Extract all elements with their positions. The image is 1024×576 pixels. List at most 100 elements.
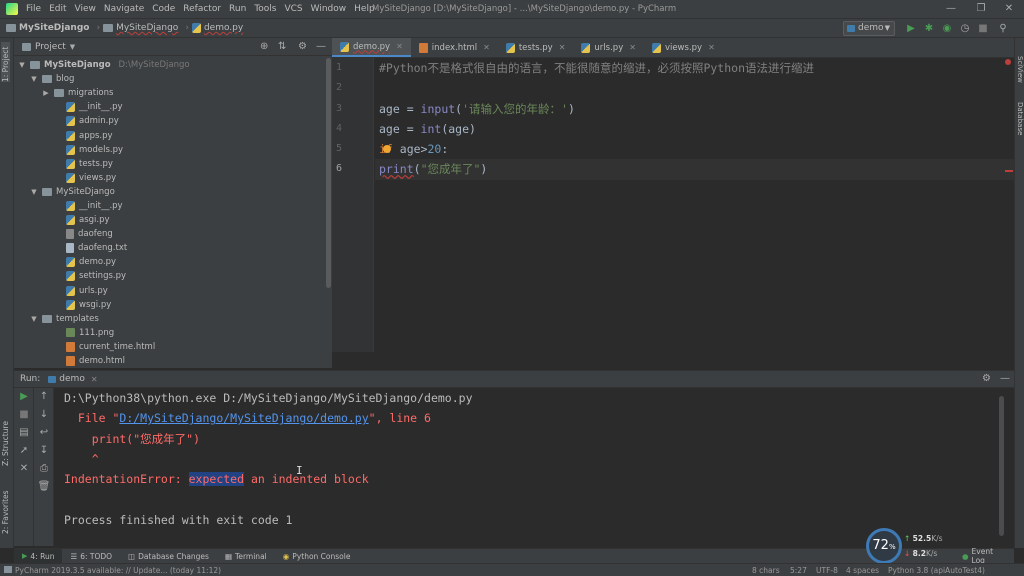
tree-item[interactable]: ▼ templates — [14, 312, 332, 326]
expanded-arrow-icon[interactable]: ▼ — [18, 61, 26, 69]
editor-tab[interactable]: tests.py ✕ — [498, 38, 574, 57]
print-icon[interactable]: ⎙ — [34, 460, 54, 478]
expanded-arrow-icon[interactable]: ▼ — [30, 75, 38, 83]
menu-tools[interactable]: Tools — [250, 0, 280, 18]
tree-item[interactable]: demo.py — [14, 255, 332, 269]
tool-tab-todo[interactable]: ☰ 6: TODO — [62, 549, 120, 563]
profile-icon[interactable]: ◷ — [958, 21, 972, 36]
soft-wrap-icon[interactable]: ↩ — [34, 424, 54, 442]
status-interpreter[interactable]: Python 3.8 (apiAutoTest4) — [888, 564, 985, 576]
tree-item[interactable]: 111.png — [14, 326, 332, 340]
tree-item[interactable]: ▶ migrations — [14, 86, 332, 100]
collapse-all-icon[interactable]: ⇅ — [278, 41, 286, 52]
project-tool-button[interactable]: 1: Project — [1, 42, 10, 82]
scrollbar[interactable] — [326, 58, 331, 288]
close-tab-icon[interactable]: ✕ — [629, 43, 636, 52]
tree-item[interactable]: current_time.html — [14, 340, 332, 354]
close-tab-icon[interactable]: ✕ — [91, 375, 98, 384]
debug-icon[interactable]: ✱ — [922, 21, 936, 36]
arrow-down-icon[interactable]: ↓ — [34, 406, 54, 424]
tree-item[interactable]: models.py — [14, 143, 332, 157]
coverage-icon[interactable]: ◉ — [940, 21, 954, 36]
stop-icon[interactable]: ■ — [976, 21, 990, 36]
minimize-icon[interactable]: — — [936, 0, 966, 18]
menu-code[interactable]: Code — [148, 0, 179, 18]
hide-panel-icon[interactable]: — — [1000, 373, 1010, 384]
tool-tab-run[interactable]: ▶ 4: Run — [14, 549, 63, 563]
tree-item[interactable]: __init__.py — [14, 199, 332, 213]
close-icon[interactable]: ✕ — [994, 0, 1024, 18]
close-tab-icon[interactable]: ✕ — [483, 43, 490, 52]
console-file-link[interactable]: D:/MySiteDjango/MySiteDjango/demo.py — [119, 411, 368, 425]
tree-item[interactable]: ▼ MySiteDjango D:\MySiteDjango — [14, 58, 332, 72]
menu-window[interactable]: Window — [307, 0, 351, 18]
tree-item[interactable]: urls.py — [14, 284, 332, 298]
tool-tab-terminal[interactable]: ▦ Terminal — [217, 549, 275, 563]
tree-item[interactable]: wsgi.py — [14, 298, 332, 312]
close-icon[interactable]: ✕ — [14, 460, 34, 478]
tree-item[interactable]: ▼ MySiteDjango — [14, 185, 332, 199]
menu-navigate[interactable]: Navigate — [100, 0, 148, 18]
menu-edit[interactable]: Edit — [45, 0, 70, 18]
run-icon[interactable]: ▶ — [904, 21, 918, 36]
event-log-button[interactable]: ● Event Log — [954, 547, 1014, 565]
gear-icon[interactable]: ⚙ — [982, 373, 991, 384]
tree-item[interactable]: daofeng.txt — [14, 241, 332, 255]
error-stripe-marker[interactable] — [1005, 170, 1013, 172]
favorites-tool-button[interactable]: 2: Favorites — [1, 484, 10, 534]
tree-item[interactable]: ▼ blog — [14, 72, 332, 86]
editor-tab[interactable]: views.py ✕ — [644, 38, 723, 57]
status-encoding[interactable]: UTF-8 — [816, 564, 838, 576]
error-indicator-icon[interactable] — [1005, 59, 1011, 65]
editor-tab[interactable]: index.html ✕ — [411, 38, 498, 57]
scrollbar[interactable] — [999, 396, 1004, 536]
tree-item[interactable]: tests.py — [14, 157, 332, 171]
breadcrumb-project[interactable]: MySiteDjango — [19, 23, 89, 33]
tree-item[interactable]: apps.py — [14, 128, 332, 142]
tree-item[interactable]: admin.py — [14, 114, 332, 128]
search-everywhere-icon[interactable]: ⚲ — [996, 21, 1010, 36]
console-output[interactable]: D:\Python38\python.exe D:/MySiteDjango/M… — [55, 388, 1005, 546]
sciview-tool-button[interactable]: SciView — [1016, 56, 1024, 83]
menu-view[interactable]: View — [71, 0, 100, 18]
tree-item[interactable]: asgi.py — [14, 213, 332, 227]
status-caret-position[interactable]: 5:27 — [790, 564, 807, 576]
menu-file[interactable]: File — [22, 0, 45, 18]
menu-refactor[interactable]: Refactor — [179, 0, 225, 18]
code-editor[interactable]: #Python不是格式很自由的语言，不能很随意的缩进，必须按照Python语法进… — [375, 58, 1014, 352]
tool-tab-python-console[interactable]: ◉ Python Console — [275, 549, 359, 563]
run-configuration-dropdown[interactable]: demo ▼ — [843, 21, 895, 36]
structure-tool-button[interactable]: Z: Structure — [1, 416, 10, 466]
close-tab-icon[interactable]: ✕ — [708, 43, 715, 52]
database-tool-button[interactable]: Database — [1016, 102, 1024, 135]
gear-icon[interactable]: ⚙ — [298, 41, 307, 52]
locate-file-icon[interactable]: ⊕ — [260, 41, 268, 52]
scroll-to-end-icon[interactable]: ↧ — [34, 442, 54, 460]
tree-item[interactable]: demo.html — [14, 354, 332, 368]
expanded-arrow-icon[interactable]: ▼ — [30, 188, 38, 196]
menu-run[interactable]: Run — [225, 0, 250, 18]
breadcrumb-package[interactable]: MySiteDjango — [116, 23, 178, 33]
hide-panel-icon[interactable]: — — [316, 41, 326, 52]
tree-item[interactable]: __init__.py — [14, 100, 332, 114]
editor-tab[interactable]: demo.py ✕ — [332, 38, 411, 57]
breadcrumb-file[interactable]: demo.py — [204, 23, 243, 33]
expanded-arrow-icon[interactable]: ▼ — [30, 315, 38, 323]
status-message[interactable]: PyCharm 2019.3.5 available: // Update...… — [4, 564, 221, 576]
rerun-icon[interactable]: ▶ — [14, 388, 34, 406]
layout-icon[interactable]: ▤ — [14, 424, 34, 442]
trash-icon[interactable]: 🗑 — [34, 478, 54, 496]
tree-item[interactable]: settings.py — [14, 269, 332, 283]
tool-tab-database-changes[interactable]: ◫ Database Changes — [120, 549, 217, 563]
stop-icon[interactable]: ■ — [14, 406, 34, 424]
menu-vcs[interactable]: VCS — [280, 0, 306, 18]
collapsed-arrow-icon[interactable]: ▶ — [42, 89, 50, 97]
intention-bulb-icon[interactable] — [383, 145, 391, 153]
project-view-selector[interactable]: Project — [35, 42, 66, 52]
arrow-up-icon[interactable]: ↑ — [34, 388, 54, 406]
close-tab-icon[interactable]: ✕ — [396, 42, 403, 51]
close-tab-icon[interactable]: ✕ — [559, 43, 566, 52]
tree-item[interactable]: views.py — [14, 171, 332, 185]
status-indent[interactable]: 4 spaces — [846, 564, 879, 576]
pin-icon[interactable]: ➚ — [14, 442, 34, 460]
